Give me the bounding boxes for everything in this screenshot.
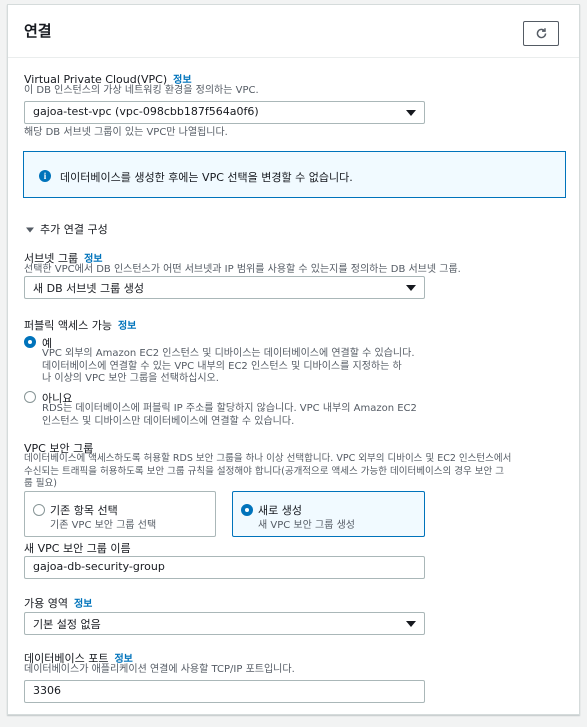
sg-choose-existing-desc: 기존 VPC 보안 그룹 선택 (50, 520, 157, 531)
public-access-no-description: RDS는 데이터베이스에 퍼블릭 IP 주소를 할당하지 않습니다. VPC 내… (42, 403, 417, 428)
public-access-info-link[interactable]: 정보 (118, 321, 136, 332)
sg-choose-existing-tile[interactable]: 기존 항목 선택 기존 VPC 보안 그룹 선택 (24, 491, 216, 537)
info-circle-icon: i (39, 170, 51, 182)
caret-down-icon (26, 227, 34, 233)
desc-line: 수신되는 트래픽을 허용하도록 보안 그룹 규칙을 설정해야 합니다(공개적으로… (24, 465, 504, 477)
subnet-description: 선택한 VPC에서 DB 인스턴스가 어떤 서브넷과 IP 범위를 사용할 수 … (24, 264, 461, 275)
chevron-down-icon (406, 621, 416, 627)
public-access-label-row: 퍼블릭 액세스 가능 정보 (24, 317, 136, 333)
security-group-description: 데이터베이스에 액세스하도록 허용할 RDS 보안 그룹을 하나 이상 선택합니… (24, 453, 511, 491)
vpc-description: 이 DB 인스턴스의 가상 네트워킹 환경을 정의하는 VPC. (24, 85, 259, 96)
connectivity-panel: 연결 Virtual Private Cloud(VPC) 정보 이 DB 인스턴… (7, 4, 580, 715)
vpc-select[interactable]: gajoa-test-vpc (vpc-098cbb187f564a0f6) (24, 101, 425, 124)
az-info-link[interactable]: 정보 (74, 599, 92, 610)
desc-line: RDS는 데이터베이스에 퍼블릭 IP 주소를 할당하지 않습니다. VPC 내… (42, 403, 417, 414)
desc-line: 룹 필요) (24, 478, 57, 489)
subnet-select-value: 새 DB 서브넷 그룹 생성 (33, 282, 144, 295)
desc-line: 데이터베이스에 연결할 수 있는 VPC 내부의 EC2 인스턴스 및 디바이스… (42, 360, 402, 372)
az-label: 가용 영역 (24, 597, 68, 610)
chevron-down-icon (406, 110, 416, 116)
sg-choose-existing-radio[interactable] (33, 504, 45, 516)
port-description: 데이터베이스가 애플리케이션 연결에 사용할 TCP/IP 포트입니다. (24, 664, 295, 675)
desc-line: 나 이상의 VPC 보안 그룹을 선택하십시오. (42, 373, 219, 384)
vpc-alert: i 데이터베이스를 생성한 후에는 VPC 선택을 변경할 수 없습니다. (23, 151, 566, 198)
desc-line: VPC 외부의 Amazon EC2 인스턴스 및 디바이스는 데이터베이스에 … (42, 348, 415, 359)
refresh-icon (536, 28, 546, 39)
vpc-hint: 해당 DB 서브넷 그룹이 있는 VPC만 나열됩니다. (24, 127, 228, 138)
az-label-row: 가용 영역 정보 (24, 595, 92, 611)
port-input[interactable]: 3306 (24, 680, 425, 703)
sg-create-new-desc: 새 VPC 보안 그룹 생성 (258, 520, 355, 531)
refresh-button[interactable] (523, 21, 559, 46)
public-access-label: 퍼블릭 액세스 가능 (24, 319, 112, 332)
subnet-select[interactable]: 새 DB 서브넷 그룹 생성 (24, 276, 425, 299)
new-sg-name-input[interactable]: gajoa-db-security-group (24, 556, 425, 579)
new-sg-label: 새 VPC 보안 그룹 이름 (24, 542, 131, 555)
sg-create-new-radio[interactable] (241, 504, 253, 516)
public-access-yes-description: VPC 외부의 Amazon EC2 인스턴스 및 디바이스는 데이터베이스에 … (42, 348, 415, 386)
alert-text: 데이터베이스를 생성한 후에는 VPC 선택을 변경할 수 없습니다. (60, 171, 353, 184)
section-title: 연결 (24, 22, 52, 40)
additional-config-toggle[interactable]: 추가 연결 구성 (26, 221, 108, 237)
az-select-value: 기본 설정 없음 (33, 618, 101, 631)
desc-line: 인스턴스 및 디바이스만 데이터베이스에 연결할 수 있습니다. (42, 415, 295, 427)
vpc-label-row: Virtual Private Cloud(VPC) 정보 (24, 71, 192, 86)
additional-config-title: 추가 연결 구성 (40, 223, 108, 236)
az-select[interactable]: 기본 설정 없음 (24, 612, 425, 635)
public-access-no-radio[interactable] (24, 391, 36, 403)
public-access-yes-radio[interactable] (24, 336, 36, 348)
vpc-select-value: gajoa-test-vpc (vpc-098cbb187f564a0f6) (33, 105, 259, 118)
chevron-down-icon (406, 285, 416, 291)
sg-create-new-tile[interactable]: 새로 생성 새 VPC 보안 그룹 생성 (232, 491, 425, 537)
header-divider (8, 57, 579, 58)
desc-line: 데이터베이스에 액세스하도록 허용할 RDS 보안 그룹을 하나 이상 선택합니… (24, 453, 512, 464)
